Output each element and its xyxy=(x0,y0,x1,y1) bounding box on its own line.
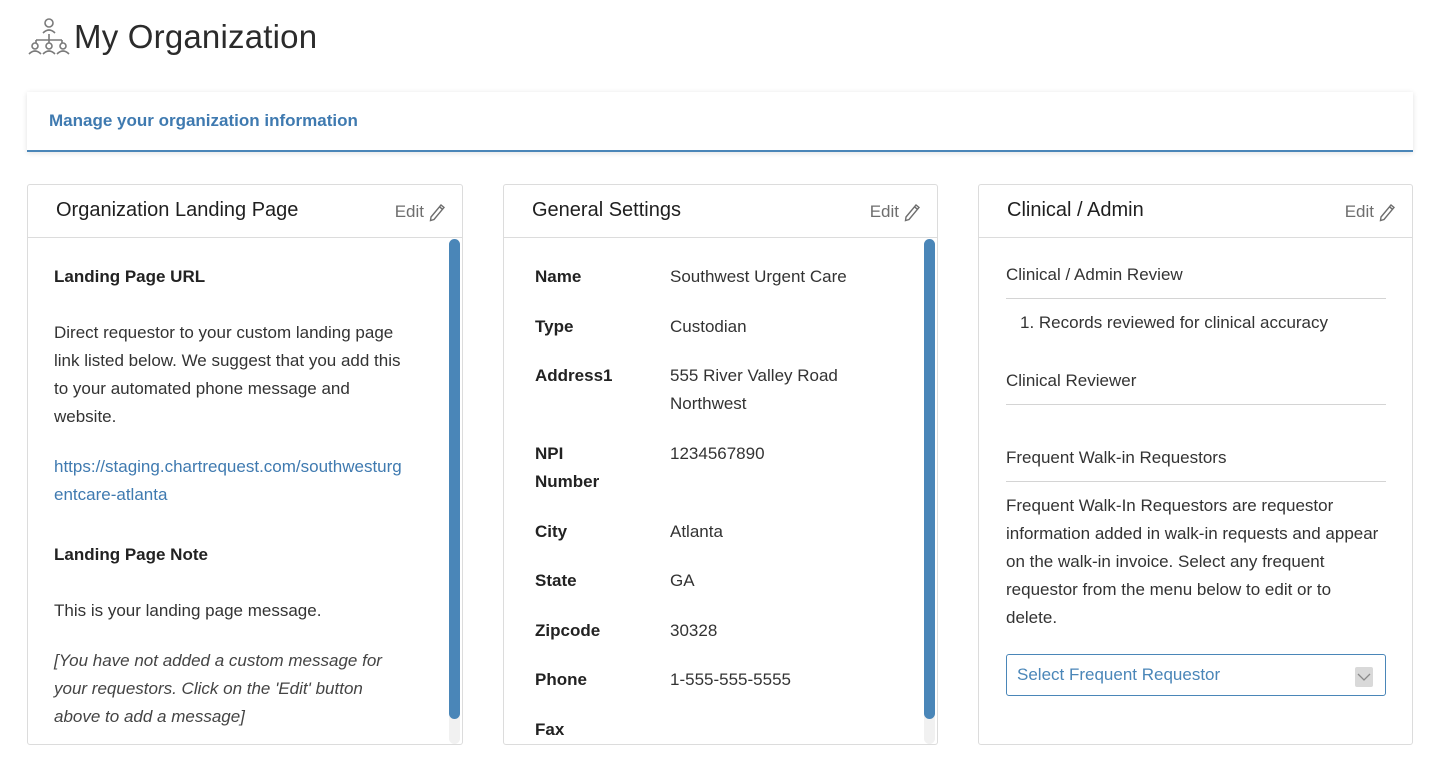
field-label: State xyxy=(535,571,577,590)
field-label: Zipcode xyxy=(535,621,601,640)
landing-url-link[interactable]: https://staging.chartrequest.com/southwe… xyxy=(54,453,404,509)
field-label: Address1 xyxy=(535,366,613,385)
landing-url-description: Direct requestor to your custom landing … xyxy=(54,323,401,426)
card-body: Clinical / Admin Review 1. Records revie… xyxy=(979,239,1412,744)
review-list-item: 1. Records reviewed for clinical accurac… xyxy=(1020,309,1328,337)
subheader-text: Manage your organization information xyxy=(49,111,358,130)
general-settings-card: General Settings Edit Name Southwest Urg… xyxy=(503,184,938,745)
edit-label: Edit xyxy=(1344,202,1374,221)
clinical-admin-card: Clinical / Admin Edit Clinical / Admin R… xyxy=(978,184,1413,745)
card-header: Organization Landing Page Edit xyxy=(28,185,462,238)
field-value: Southwest Urgent Care xyxy=(670,267,847,286)
scrollbar[interactable] xyxy=(449,239,460,744)
subheader-bar: Manage your organization information xyxy=(27,92,1413,152)
select-placeholder: Select Frequent Requestor xyxy=(1017,665,1221,684)
pencil-icon xyxy=(1378,202,1396,222)
review-heading: Clinical / Admin Review xyxy=(1006,265,1183,284)
field-label: Name xyxy=(535,267,582,286)
field-label: City xyxy=(535,522,568,541)
divider xyxy=(1006,481,1386,482)
card-header: Clinical / Admin Edit xyxy=(979,185,1412,238)
frequent-requestor-select[interactable]: Select Frequent Requestor xyxy=(1006,654,1386,696)
page-title: My Organization xyxy=(74,18,318,55)
clinical-edit-button[interactable]: Edit xyxy=(1345,202,1396,222)
landing-note-label: Landing Page Note xyxy=(54,545,208,564)
card-title: Organization Landing Page xyxy=(56,199,299,221)
field-value: 555 River Valley Road Northwest xyxy=(670,366,838,413)
scrollbar-thumb[interactable] xyxy=(924,239,935,719)
landing-note-text: This is your landing page message. xyxy=(54,601,322,620)
landing-note-placeholder: [You have not added a custom message for… xyxy=(54,651,382,726)
field-label: NPI Number xyxy=(535,444,600,491)
field-label: Type xyxy=(535,317,574,336)
general-edit-button[interactable]: Edit xyxy=(870,202,921,222)
divider xyxy=(1006,298,1386,299)
scrollbar-thumb[interactable] xyxy=(449,239,460,719)
card-header: General Settings Edit xyxy=(504,185,937,238)
card-body: Landing Page URL Direct requestor to you… xyxy=(28,239,462,744)
field-value: GA xyxy=(670,571,695,590)
field-label: Phone xyxy=(535,670,587,689)
field-value: 1234567890 xyxy=(670,444,765,463)
field-value: 30328 xyxy=(670,621,718,640)
org-chart-icon xyxy=(26,14,72,60)
divider xyxy=(1006,404,1386,405)
edit-label: Edit xyxy=(869,202,899,221)
field-value: Atlanta xyxy=(670,522,723,541)
card-title: Clinical / Admin xyxy=(1007,199,1144,221)
review-item-text: Records reviewed for clinical accuracy xyxy=(1038,313,1329,332)
landing-page-card: Organization Landing Page Edit Landing P… xyxy=(27,184,463,745)
landing-edit-button[interactable]: Edit xyxy=(395,202,446,222)
scrollbar[interactable] xyxy=(924,239,935,744)
walkin-description: Frequent Walk-In Requestors are requesto… xyxy=(1006,496,1379,627)
field-value: Custodian xyxy=(670,317,747,336)
chevron-down-icon xyxy=(1355,667,1373,687)
landing-url-label: Landing Page URL xyxy=(54,267,206,286)
edit-label: Edit xyxy=(394,202,424,221)
page-header: My Organization xyxy=(26,14,317,60)
pencil-icon xyxy=(903,202,921,222)
reviewer-heading: Clinical Reviewer xyxy=(1006,371,1137,390)
card-body: Name Southwest Urgent Care Type Custodia… xyxy=(504,239,937,744)
field-value: 1-555-555-5555 xyxy=(670,670,791,689)
pencil-icon xyxy=(428,202,446,222)
list-number: 1. xyxy=(1020,313,1039,332)
walkin-heading: Frequent Walk-in Requestors xyxy=(1006,448,1227,467)
field-label: Fax xyxy=(535,720,565,739)
card-title: General Settings xyxy=(532,199,681,221)
